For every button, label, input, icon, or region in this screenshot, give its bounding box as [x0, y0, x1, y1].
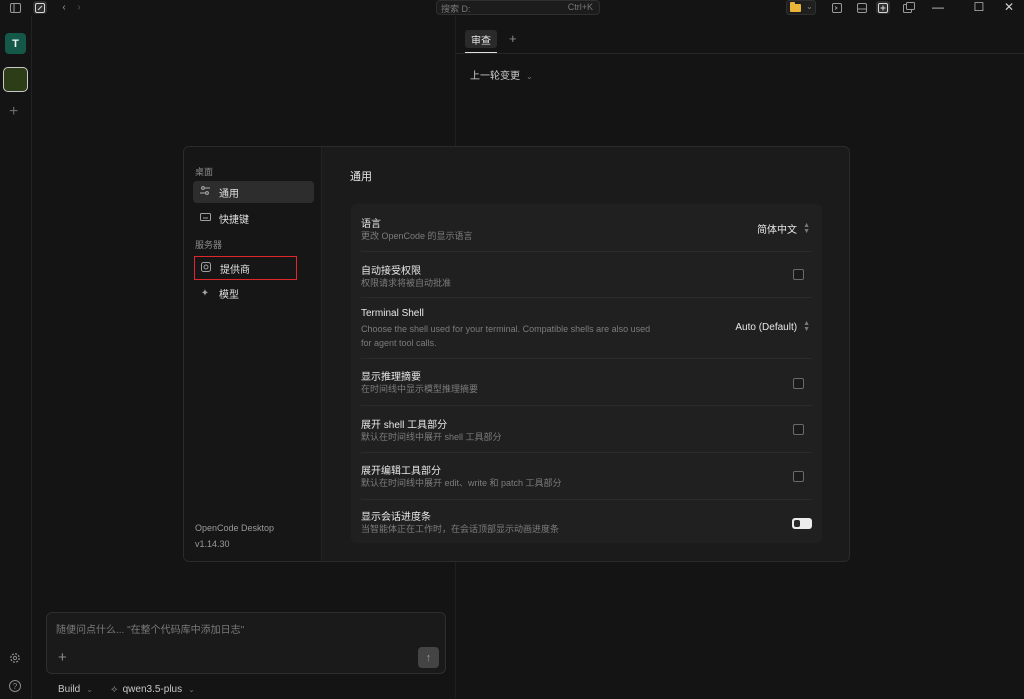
nav-general-label: 通用	[219, 188, 239, 200]
chevron-down-icon: ⌄	[86, 685, 93, 694]
setting-description: Choose the shell used for your terminal.…	[361, 324, 651, 334]
setting-description: 默认在时间线中展开 edit、write 和 patch 工具部分	[361, 478, 562, 488]
help-icon[interactable]: ?	[9, 680, 21, 692]
last-change-select[interactable]: 上一轮变更 ⌄	[470, 67, 533, 82]
model-label: qwen3.5-plus	[122, 684, 183, 695]
setting-expand-edit: 展开编辑工具部分 默认在时间线中展开 edit、write 和 patch 工具…	[361, 453, 812, 500]
section-server: 服务器	[195, 240, 223, 250]
setting-terminal-shell: Terminal Shell Choose the shell used for…	[361, 298, 812, 359]
attach-button[interactable]: +	[58, 649, 67, 666]
setting-title: 显示会话进度条	[361, 512, 431, 523]
nav-models-label: 模型	[219, 289, 239, 301]
add-tab-button[interactable]: +	[509, 31, 517, 46]
setting-language: 语言 更改 OpenCode 的显示语言 简体中文 ▲ ▼	[361, 204, 812, 252]
section-desktop: 桌面	[195, 167, 214, 177]
new-session-icon[interactable]	[33, 1, 47, 14]
prompt-placeholder: 随便问点什么... "在整个代码库中添加日志"	[56, 625, 245, 636]
updown-chevron-icon: ▲ ▼	[803, 320, 810, 333]
nav-providers-label: 提供商	[220, 264, 250, 276]
tab-bar-divider	[456, 53, 1024, 54]
chevron-down-icon: ⌄	[526, 72, 533, 81]
title-bar: ‹ › 搜索 D: Ctrl+K ⌄ — ☐ ✕	[0, 0, 1024, 16]
model-select[interactable]: ⟡ qwen3.5-plus ⌄	[111, 684, 195, 695]
workspace-avatar[interactable]: T	[5, 33, 26, 54]
terminal-shell-value: Auto (Default)	[735, 321, 798, 333]
app-version: v1.14.30	[195, 539, 230, 549]
setting-expand-shell: 展开 shell 工具部分 默认在时间线中展开 shell 工具部分	[361, 406, 812, 453]
setting-title: 语言	[361, 219, 381, 230]
sliders-icon	[199, 186, 211, 198]
setting-description: 默认在时间线中展开 shell 工具部分	[361, 432, 502, 442]
nav-models[interactable]: ✦ 模型	[193, 282, 314, 304]
maximize-button[interactable]: ☐	[971, 0, 987, 14]
settings-dialog: 桌面 通用 快捷键 服务器 提供商 ✦ 模型 OpenCode Desktop …	[183, 146, 850, 562]
settings-sidebar: 桌面 通用 快捷键 服务器 提供商 ✦ 模型 OpenCode Desktop …	[184, 147, 322, 561]
updown-chevron-icon: ▲ ▼	[803, 221, 810, 235]
agent-label: Build	[58, 684, 81, 695]
setting-progress-bar: 显示会话进度条 当智能体正在工作时，在会话顶部显示动画进度条	[361, 500, 812, 543]
panel-toggle-icon[interactable]	[855, 1, 869, 14]
back-icon[interactable]: ‹	[57, 1, 71, 14]
workspace-rail: T + ?	[0, 16, 32, 699]
nav-general[interactable]: 通用	[193, 181, 314, 203]
open-in-folder-select[interactable]: ⌄	[786, 0, 816, 15]
workspace-avatar-selected[interactable]	[3, 67, 28, 92]
add-workspace-button[interactable]: +	[9, 104, 18, 120]
nav-providers[interactable]: 提供商	[194, 256, 297, 280]
settings-card: 语言 更改 OpenCode 的显示语言 简体中文 ▲ ▼ 自动接受权限 权限请求…	[351, 204, 822, 543]
setting-description-2: for agent tool calls.	[361, 338, 437, 348]
app-name: OpenCode Desktop	[195, 523, 275, 533]
setting-description: 当智能体正在工作时，在会话顶部显示动画进度条	[361, 524, 560, 534]
setting-auto-accept: 自动接受权限 权限请求将被自动批准	[361, 252, 812, 298]
close-button[interactable]: ✕	[1001, 0, 1017, 14]
minimize-button[interactable]: —	[930, 0, 946, 14]
toggle-knob	[794, 520, 800, 527]
search-shortcut: Ctrl+K	[567, 2, 593, 12]
chevron-down-icon: ⌄	[806, 2, 813, 11]
last-change-label: 上一轮变更	[470, 71, 520, 82]
prompt-composer[interactable]: 随便问点什么... "在整个代码库中添加日志" + ↑	[46, 612, 446, 674]
sparkle-icon: ✦	[200, 287, 210, 299]
auto-accept-checkbox[interactable]	[793, 269, 804, 280]
nav-shortcuts-label: 快捷键	[219, 214, 249, 226]
language-select[interactable]: 简体中文 ▲ ▼	[757, 221, 810, 237]
tab-review[interactable]: 审查	[465, 30, 497, 48]
provider-icon	[200, 261, 212, 275]
settings-gear-icon[interactable]	[9, 652, 21, 667]
language-value: 简体中文	[757, 225, 798, 236]
setting-title: 展开编辑工具部分	[361, 466, 441, 477]
terminal-shell-select[interactable]: Auto (Default) ▲ ▼	[735, 320, 810, 333]
send-button[interactable]: ↑	[418, 647, 439, 668]
agent-select[interactable]: Build ⌄	[58, 684, 93, 695]
forward-icon[interactable]: ›	[72, 1, 86, 14]
setting-description: 更改 OpenCode 的显示语言	[361, 231, 473, 241]
search-bar[interactable]: 搜索 D: Ctrl+K	[436, 0, 600, 15]
folder-icon	[790, 2, 801, 12]
keyboard-icon	[199, 212, 211, 224]
setting-reasoning-summary: 显示推理摘要 在时间线中显示模型推理摘要	[361, 359, 812, 406]
settings-content: 通用 语言 更改 OpenCode 的显示语言 简体中文 ▲ ▼ 自动接受权限 权…	[323, 147, 849, 561]
sidebar-toggle-icon[interactable]	[8, 1, 22, 14]
sparkle-icon: ⟡	[111, 684, 118, 695]
search-placeholder: 搜索 D:	[441, 4, 471, 14]
page-title: 通用	[350, 171, 372, 183]
terminal-icon[interactable]	[830, 1, 844, 14]
setting-title: 显示推理摘要	[361, 372, 421, 383]
chevron-down-icon: ⌄	[188, 685, 195, 694]
expand-shell-checkbox[interactable]	[793, 424, 804, 435]
setting-description: 在时间线中显示模型推理摘要	[361, 384, 479, 394]
popout-icon[interactable]	[902, 1, 916, 14]
review-panel-icon[interactable]	[876, 1, 890, 14]
setting-title: 自动接受权限	[361, 266, 421, 277]
setting-title: 展开 shell 工具部分	[361, 420, 448, 431]
setting-description: 权限请求将被自动批准	[361, 278, 452, 288]
reasoning-checkbox[interactable]	[793, 378, 804, 389]
nav-shortcuts[interactable]: 快捷键	[193, 207, 314, 229]
expand-edit-checkbox[interactable]	[793, 471, 804, 482]
setting-title: Terminal Shell	[361, 308, 424, 319]
progress-bar-toggle[interactable]	[792, 518, 812, 529]
